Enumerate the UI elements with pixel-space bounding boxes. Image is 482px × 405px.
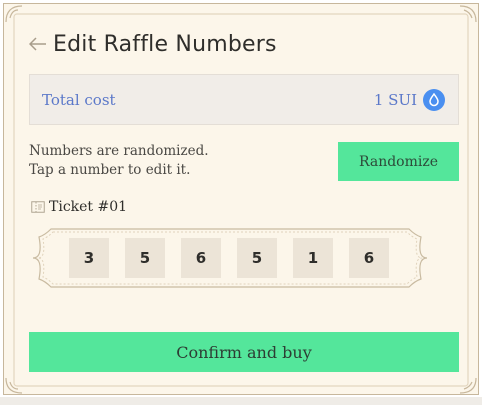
header: Edit Raffle Numbers	[29, 28, 277, 60]
ticket-label: Ticket #01	[49, 199, 128, 215]
ticket-header: Ticket #01	[31, 199, 127, 215]
sui-coin-icon	[423, 88, 445, 111]
randomize-button[interactable]: Randomize	[338, 142, 459, 181]
total-cost-box: Total cost 1 SUI	[29, 74, 459, 125]
number-cell[interactable]: 3	[69, 238, 109, 278]
number-cell[interactable]: 6	[349, 238, 389, 278]
helper-line-1: Numbers are randomized.	[29, 143, 209, 159]
number-cell[interactable]: 6	[181, 238, 221, 278]
total-cost-value-group: 1 SUI	[373, 88, 445, 111]
number-cell[interactable]: 5	[125, 238, 165, 278]
helper-text: Numbers are randomized. Tap a number to …	[29, 142, 209, 180]
confirm-and-buy-button[interactable]: Confirm and buy	[29, 332, 459, 372]
total-cost-value: 1 SUI	[373, 90, 417, 109]
bottom-strip	[0, 397, 482, 405]
total-cost-label: Total cost	[42, 90, 116, 109]
page-title: Edit Raffle Numbers	[53, 31, 277, 57]
ticket-icon	[31, 201, 45, 213]
ticket-numbers: 3 5 6 5 1 6	[69, 238, 389, 278]
arrow-left-icon[interactable]	[29, 35, 47, 53]
helper-line-2: Tap a number to edit it.	[29, 162, 191, 178]
number-cell[interactable]: 1	[293, 238, 333, 278]
number-cell[interactable]: 5	[237, 238, 277, 278]
